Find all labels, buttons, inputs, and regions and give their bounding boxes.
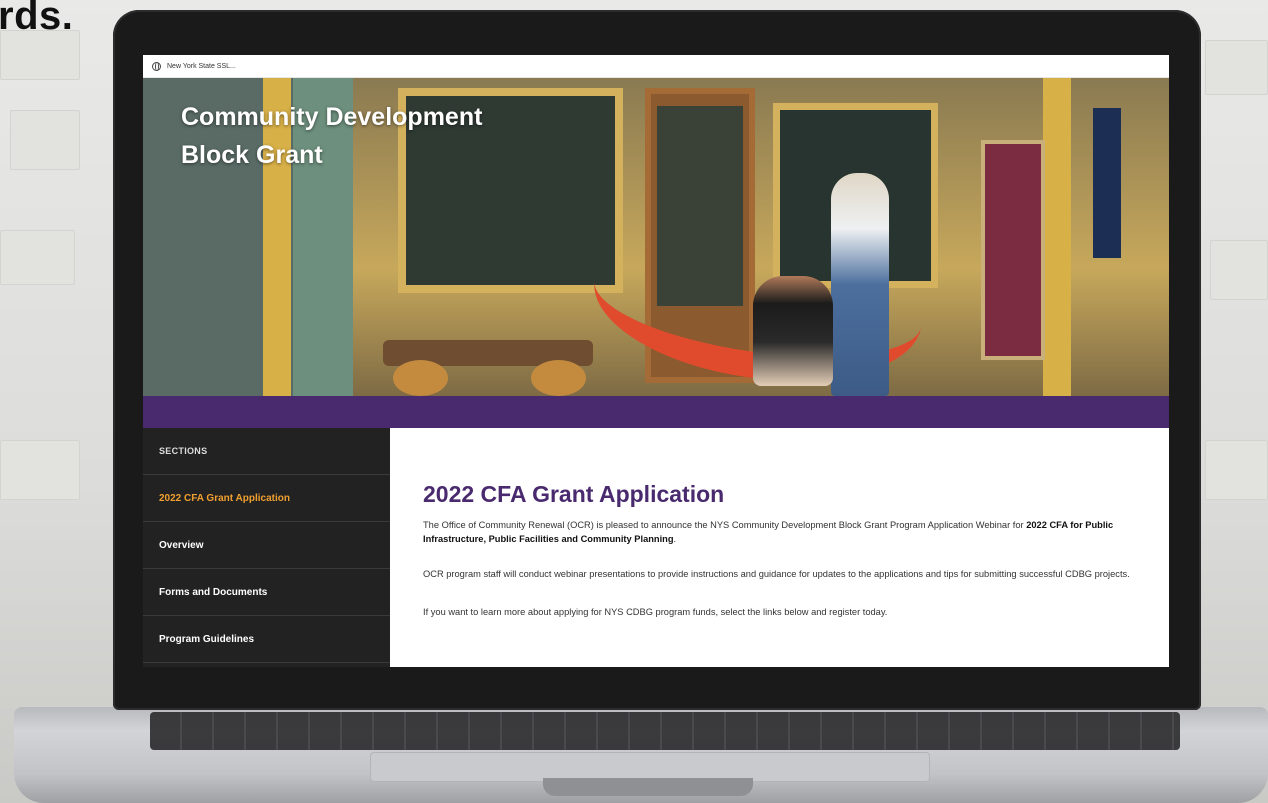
laptop-notch <box>543 778 753 796</box>
hero-photo-post <box>1043 78 1071 396</box>
sidebar-item-label: 2022 CFA Grant Application <box>159 492 290 504</box>
intro-end: . <box>673 533 677 544</box>
sidebar-item-2022-cfa-grant-application[interactable]: 2022 CFA Grant Application <box>143 475 398 522</box>
overlay-caption-text: rds. <box>0 0 74 38</box>
hero-photo-red-door <box>981 140 1045 360</box>
sidebar-heading: SECTIONS <box>143 428 390 475</box>
hero-photo-open-flag <box>1093 108 1121 258</box>
laptop-screen: New York State SSL... Community Developm… <box>143 55 1169 667</box>
section-title: 2022 CFA Grant Application <box>423 481 725 507</box>
sidebar-item-label: Program Guidelines <box>159 633 255 645</box>
browser-tab-title[interactable]: New York State SSL... <box>167 63 236 70</box>
wall-brick <box>10 110 80 170</box>
wall-brick <box>1205 440 1268 500</box>
laptop-keyboard <box>150 712 1180 750</box>
learn-more-paragraph: If you want to learn more about applying… <box>423 606 888 617</box>
sidebar-item-forms-and-documents[interactable]: Forms and Documents <box>143 569 390 616</box>
intro-paragraph: The Office of Community Renewal (OCR) is… <box>423 519 1139 546</box>
intro-text: The Office of Community Renewal (OCR) is… <box>423 520 1027 530</box>
wall-brick <box>1205 40 1268 95</box>
hero-banner: Community Development Block Grant <box>143 78 1169 396</box>
sidebar-item-label: Overview <box>159 539 204 551</box>
globe-icon <box>152 61 161 71</box>
hero-photo-log <box>393 360 448 396</box>
page-title: Community Development Block Grant <box>181 98 482 174</box>
wall-brick <box>1210 240 1268 300</box>
page-title-line: Block Grant <box>181 141 323 169</box>
hero-photo-person <box>753 276 833 386</box>
hero-photo-person <box>831 173 889 396</box>
hero-photo-log <box>531 360 586 396</box>
purple-divider-band <box>143 396 1169 428</box>
wall-brick <box>0 440 80 500</box>
browser-tab-bar: New York State SSL... <box>143 55 1169 78</box>
webinar-paragraph: OCR program staff will conduct webinar p… <box>423 569 1130 579</box>
sections-sidebar: SECTIONS 2022 CFA Grant Application Over… <box>143 428 398 667</box>
sidebar-item-program-guidelines[interactable]: Program Guidelines <box>143 616 390 663</box>
page-title-line: Community Development <box>181 103 483 131</box>
wall-brick <box>0 230 75 285</box>
main-content: 2022 CFA Grant Application The Office of… <box>390 428 1169 667</box>
sidebar-item-label: Forms and Documents <box>159 586 268 598</box>
sidebar-item-overview[interactable]: Overview <box>143 522 390 569</box>
